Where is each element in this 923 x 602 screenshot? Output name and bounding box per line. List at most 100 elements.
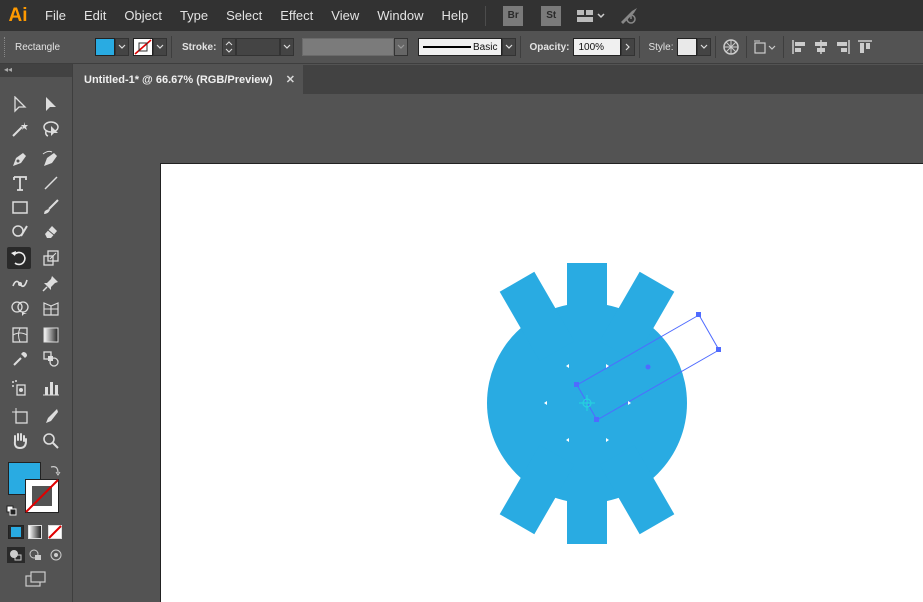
- mesh-tool[interactable]: [8, 324, 32, 346]
- draw-normal-button[interactable]: [7, 547, 25, 563]
- align-to-dropdown[interactable]: [751, 36, 779, 58]
- puppet-warp-tool[interactable]: [39, 272, 63, 294]
- artboard[interactable]: [160, 163, 923, 602]
- type-tool[interactable]: [8, 172, 32, 194]
- opacity-label[interactable]: Opacity:: [525, 42, 573, 53]
- stroke-color-box[interactable]: [25, 479, 59, 513]
- center-point: [645, 364, 651, 370]
- menu-edit[interactable]: Edit: [75, 0, 115, 31]
- fill-dropdown[interactable]: [115, 38, 129, 56]
- curvature-tool[interactable]: [39, 148, 63, 170]
- menu-help[interactable]: Help: [432, 0, 477, 31]
- slice-tool[interactable]: [39, 405, 63, 427]
- align-right-button[interactable]: [832, 36, 854, 58]
- brush-name: Basic: [473, 41, 498, 53]
- canvas-area[interactable]: [74, 94, 923, 602]
- opacity-dropdown[interactable]: [621, 38, 636, 56]
- document-tab[interactable]: Untitled-1* @ 66.67% (RGB/Preview) ✕: [74, 65, 303, 94]
- paintbrush-tool[interactable]: [39, 196, 63, 218]
- gradient-icon: [43, 327, 59, 343]
- gear-tooth[interactable]: [567, 263, 607, 343]
- menu-window[interactable]: Window: [368, 0, 432, 31]
- tools-panel-header[interactable]: ◂◂: [0, 64, 72, 77]
- lasso-tool[interactable]: [39, 118, 63, 140]
- blend-tool[interactable]: [39, 348, 63, 370]
- anchor-point[interactable]: [716, 347, 721, 352]
- hand-tool[interactable]: [8, 430, 32, 452]
- variable-width-profile[interactable]: [302, 38, 395, 56]
- artboard-tool[interactable]: [8, 405, 32, 427]
- anchor-point[interactable]: [574, 382, 579, 387]
- gpu-performance-button[interactable]: [618, 6, 640, 26]
- line-segment-tool[interactable]: [39, 172, 63, 194]
- rectangle-tool[interactable]: [8, 196, 32, 218]
- brush-dropdown[interactable]: [502, 38, 517, 56]
- menu-select[interactable]: Select: [217, 0, 271, 31]
- align-top-button[interactable]: [854, 36, 876, 58]
- default-fill-stroke-button[interactable]: [6, 502, 18, 516]
- stock-button[interactable]: St: [541, 5, 562, 26]
- swap-fill-stroke-button[interactable]: [48, 462, 62, 476]
- column-graph-tool[interactable]: [39, 377, 63, 399]
- pen-tool[interactable]: [8, 148, 32, 170]
- menu-effect[interactable]: Effect: [271, 0, 322, 31]
- chevron-right-icon: [626, 43, 631, 51]
- object-type-label: Rectangle: [15, 41, 61, 53]
- shape-builder-tool[interactable]: [8, 297, 32, 319]
- stroke-weight-stepper[interactable]: [222, 38, 237, 56]
- anchor-point[interactable]: [594, 417, 599, 422]
- gear-tooth[interactable]: [567, 463, 607, 544]
- eraser-tool[interactable]: [39, 220, 63, 242]
- perspective-grid-tool[interactable]: [39, 297, 63, 319]
- graphic-style-swatch[interactable]: [677, 38, 698, 56]
- menu-file[interactable]: File: [36, 0, 75, 31]
- stroke-swatch[interactable]: [133, 38, 153, 56]
- align-left-button[interactable]: [788, 36, 810, 58]
- artwork[interactable]: [161, 164, 923, 602]
- menu-object[interactable]: Object: [115, 0, 171, 31]
- mesh-icon: [12, 327, 28, 343]
- stroke-dropdown[interactable]: [153, 38, 167, 56]
- bridge-button[interactable]: Br: [503, 5, 524, 26]
- gradient-mode-button[interactable]: [28, 525, 42, 539]
- magic-wand-tool[interactable]: [8, 118, 32, 140]
- arrange-documents-icon: [577, 9, 605, 22]
- fill-swatch[interactable]: [95, 38, 115, 56]
- stroke-label[interactable]: Stroke:: [176, 42, 222, 53]
- menu-view[interactable]: View: [322, 0, 368, 31]
- gradient-tool[interactable]: [39, 324, 63, 346]
- scale-tool[interactable]: [39, 247, 63, 269]
- eyedropper-tool[interactable]: [8, 348, 32, 370]
- opacity-input[interactable]: 100%: [573, 38, 622, 56]
- menu-type[interactable]: Type: [171, 0, 217, 31]
- symbol-sprayer-tool[interactable]: [8, 377, 32, 399]
- close-tab-icon[interactable]: ✕: [286, 73, 295, 86]
- shaper-tool[interactable]: [8, 220, 32, 242]
- variable-width-dropdown[interactable]: [394, 38, 409, 56]
- align-horizontal-center-icon: [815, 40, 828, 54]
- color-mode-button[interactable]: [8, 525, 24, 539]
- brush-definition-field[interactable]: Basic: [418, 38, 503, 56]
- draw-inside-button[interactable]: [48, 547, 64, 563]
- stroke-weight-dropdown[interactable]: [280, 38, 295, 56]
- align-horizontal-center-button[interactable]: [810, 36, 832, 58]
- direct-selection-tool[interactable]: [39, 94, 63, 116]
- recolor-artwork-button[interactable]: [720, 36, 742, 58]
- separator: [171, 36, 172, 58]
- separator: [746, 36, 748, 58]
- selection-tool[interactable]: [8, 94, 32, 116]
- draw-behind-button[interactable]: [28, 547, 44, 563]
- slice-knife-icon: [46, 409, 58, 423]
- align-top-icon: [858, 40, 873, 53]
- width-tool-icon: [12, 279, 28, 288]
- graphic-style-dropdown[interactable]: [697, 38, 712, 56]
- arrange-documents-button[interactable]: [576, 8, 606, 24]
- zoom-tool[interactable]: [39, 430, 63, 452]
- chevron-down-icon: [156, 44, 164, 49]
- change-screen-mode-button[interactable]: [24, 570, 48, 588]
- rotate-tool[interactable]: [7, 247, 31, 269]
- none-mode-button[interactable]: [48, 525, 62, 539]
- stroke-weight-input[interactable]: [236, 38, 281, 56]
- anchor-point[interactable]: [696, 312, 701, 317]
- width-tool[interactable]: [8, 272, 32, 294]
